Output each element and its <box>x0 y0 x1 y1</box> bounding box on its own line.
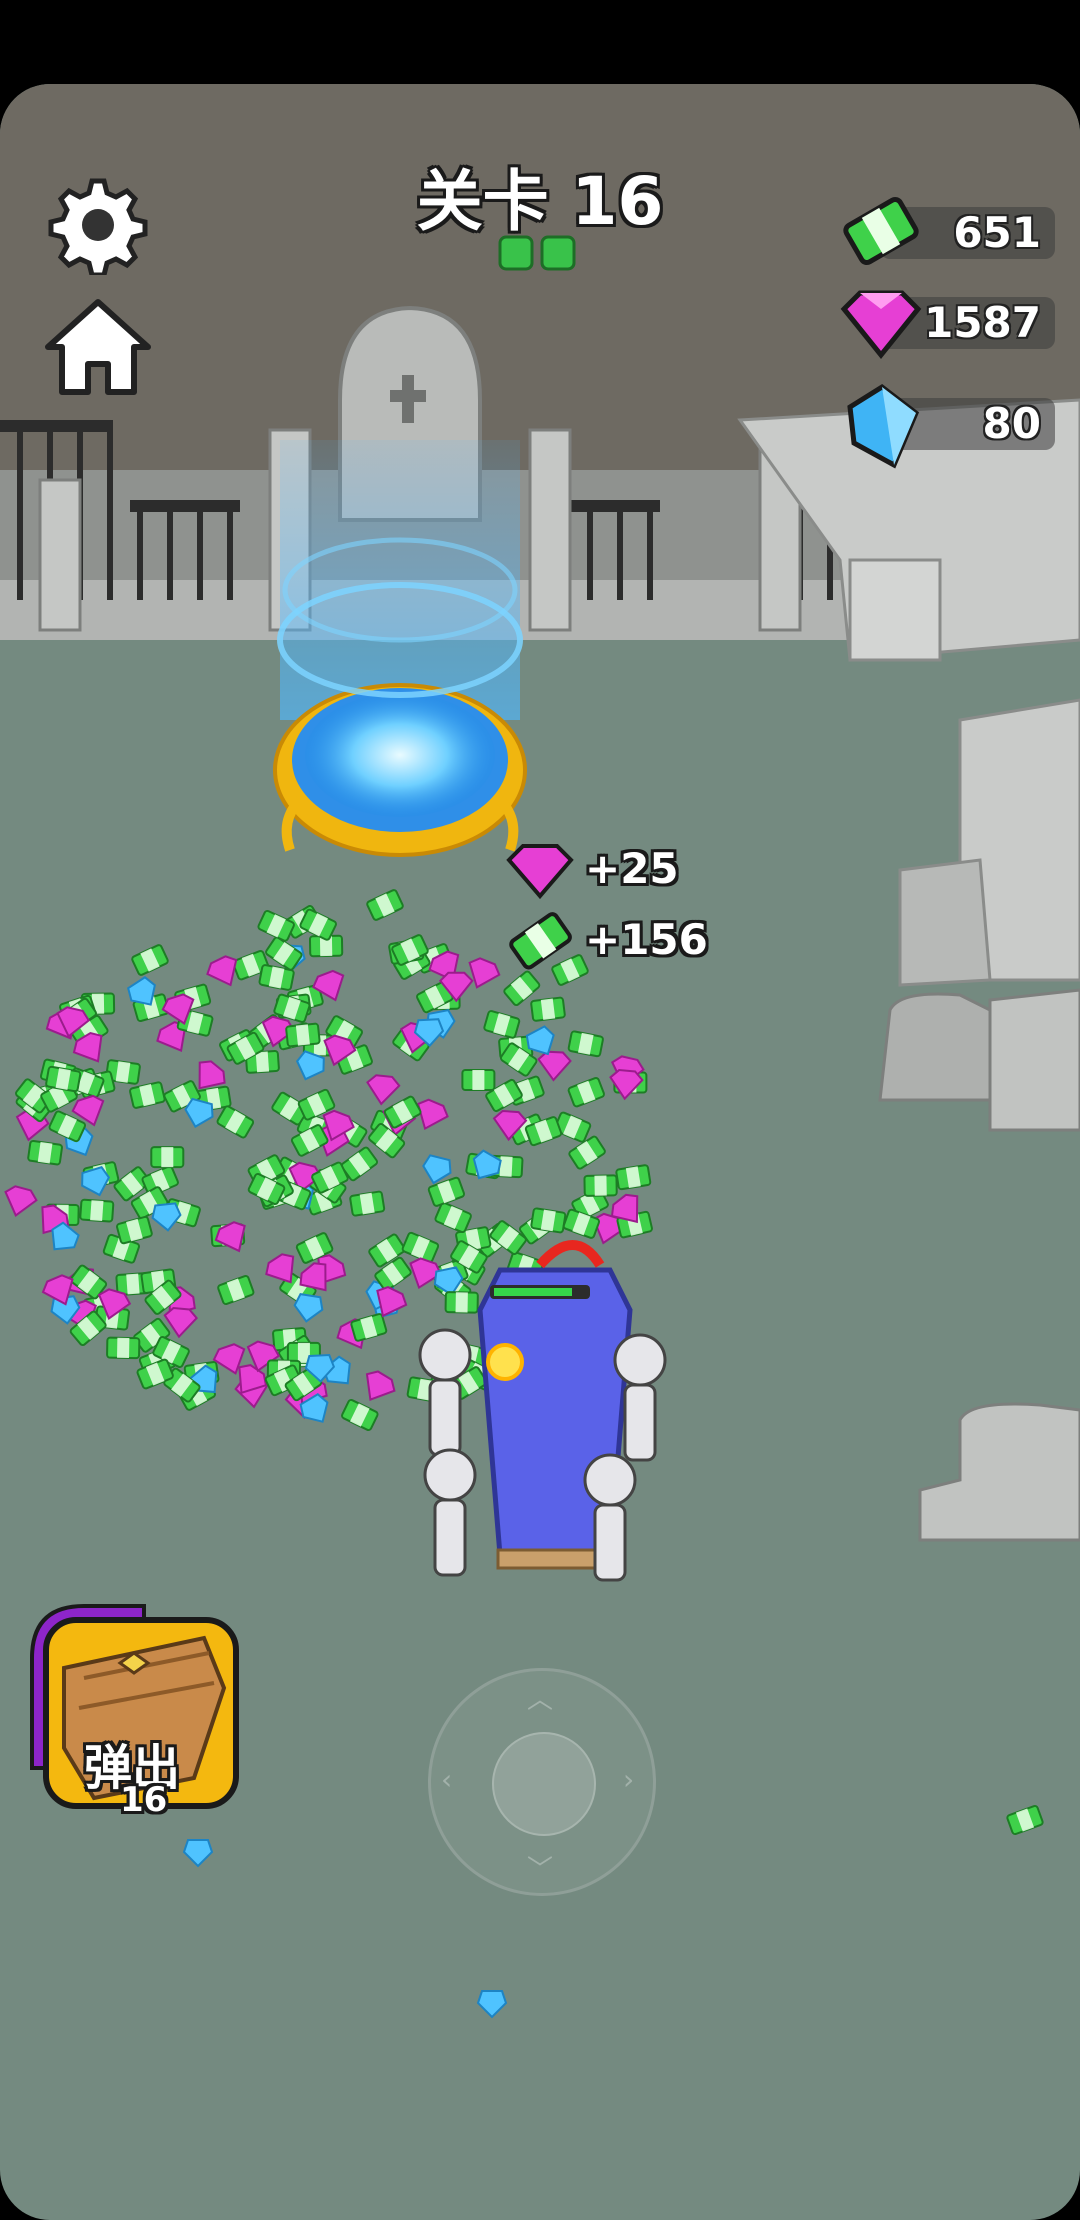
cash-pickup <box>26 1139 64 1166</box>
gear-icon <box>48 178 148 278</box>
settings-button[interactable] <box>48 175 148 278</box>
ability-count: 16 <box>120 1780 168 1820</box>
blue-crystal-icon <box>842 383 922 473</box>
reward-popup-cash: +156 <box>505 905 745 975</box>
cash-value: 651 <box>953 208 1041 257</box>
arrow-down-icon: ﹀ <box>527 1855 554 1885</box>
pink-gem-icon <box>506 844 574 900</box>
blue-crystal-value: 80 <box>982 399 1041 448</box>
cash-pickup <box>583 1174 618 1197</box>
level-title: 关卡 16 <box>416 163 664 240</box>
portal <box>273 440 527 857</box>
home-icon <box>45 299 151 395</box>
arrow-up-icon: ︿ <box>527 1685 554 1715</box>
arrow-right-icon: › <box>623 1763 635 1796</box>
cash-pickup <box>106 1336 141 1360</box>
eject-ability-button[interactable]: 弹出 16 <box>24 1598 240 1820</box>
pink-gem-icon <box>838 285 924 365</box>
cash-pickup <box>348 1190 386 1217</box>
cash-pickup <box>529 996 567 1023</box>
cash-pickup <box>529 1207 567 1234</box>
joystick-knob[interactable] <box>492 1732 596 1836</box>
cash-pickup <box>44 1065 82 1093</box>
cash-pickup <box>614 1163 652 1191</box>
cash-icon <box>838 188 924 278</box>
cash-pickup <box>150 1146 185 1169</box>
cash-icon <box>509 912 572 970</box>
arrow-left-icon: ‹ <box>441 1763 453 1796</box>
cash-pickup <box>284 1022 321 1048</box>
home-button[interactable] <box>42 292 154 404</box>
cash-pickup <box>461 1069 496 1091</box>
cash-pickup <box>79 1198 115 1223</box>
reward-gem-text: +25 <box>585 844 679 893</box>
pink-gem-value: 1587 <box>924 298 1041 347</box>
cash-pickup <box>444 1291 479 1314</box>
reward-popup-gem: +25 <box>505 840 745 900</box>
reward-cash-text: +156 <box>585 915 708 964</box>
virtual-joystick[interactable]: ︿ ﹀ ‹ › <box>428 1668 656 1896</box>
